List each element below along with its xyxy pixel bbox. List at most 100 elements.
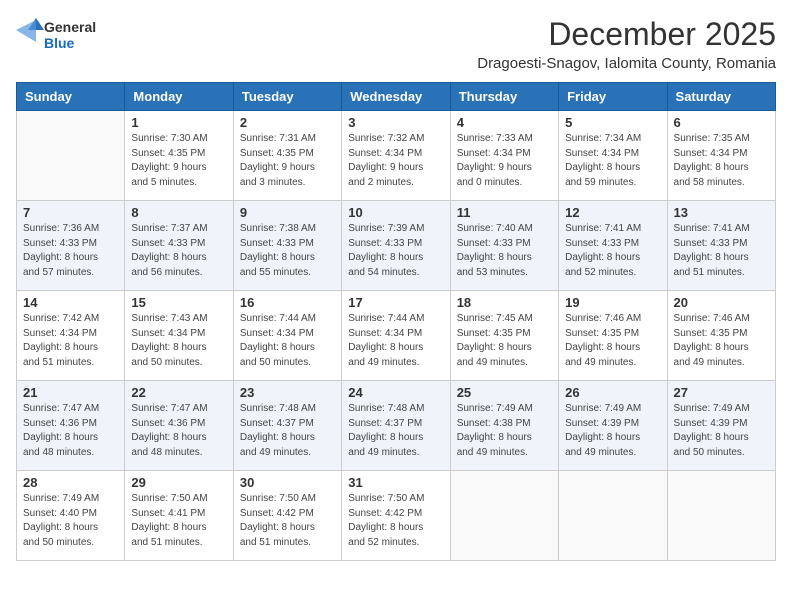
day-number: 26 — [565, 385, 660, 400]
calendar-day-cell: 24 Sunrise: 7:48 AM Sunset: 4:37 PM Dayli… — [342, 381, 450, 471]
calendar-day-cell: 19 Sunrise: 7:46 AM Sunset: 4:35 PM Dayli… — [559, 291, 667, 381]
day-info: Sunrise: 7:50 AM Sunset: 4:42 PM Dayligh… — [240, 492, 335, 550]
day-info: Sunrise: 7:49 AM Sunset: 4:38 PM Dayligh… — [457, 402, 552, 460]
calendar-week-row: 28Sunrise: 7:49 AM Sunset: 4:40 PM Dayli… — [17, 471, 776, 561]
day-number: 30 — [240, 475, 335, 490]
calendar-day-cell: 8 Sunrise: 7:37 AM Sunset: 4:33 PM Daylig… — [125, 201, 233, 291]
day-info: Sunrise: 7:38 AM Sunset: 4:33 PM Dayligh… — [240, 222, 335, 280]
calendar-day-cell: 30 Sunrise: 7:50 AM Sunset: 4:42 PM Dayli… — [233, 471, 341, 561]
calendar-day-cell: 7 Sunrise: 7:36 AM Sunset: 4:33 PM Daylig… — [17, 201, 125, 291]
calendar-day-cell: 17 Sunrise: 7:44 AM Sunset: 4:34 PM Dayli… — [342, 291, 450, 381]
day-number: 25 — [457, 385, 552, 400]
day-info: Sunrise: 7:37 AM Sunset: 4:33 PM Dayligh… — [131, 222, 226, 280]
day-number: 14 — [23, 295, 118, 310]
day-info: Sunrise: 7:46 AM Sunset: 4:35 PM Dayligh… — [565, 312, 660, 370]
day-number: 27 — [674, 385, 769, 400]
calendar-day-cell: 16 Sunrise: 7:44 AM Sunset: 4:34 PM Dayli… — [233, 291, 341, 381]
weekday-header-row: SundayMondayTuesdayWednesdayThursdayFrid… — [17, 83, 776, 111]
day-number: 19 — [565, 295, 660, 310]
calendar-table: SundayMondayTuesdayWednesdayThursdayFrid… — [16, 82, 776, 561]
location-title: Dragoesti-Snagov, Ialomita County, Roman… — [477, 55, 776, 72]
calendar-day-cell: 26 Sunrise: 7:49 AM Sunset: 4:39 PM Dayli… — [559, 381, 667, 471]
day-info: Sunrise: 7:41 AM Sunset: 4:33 PM Dayligh… — [674, 222, 769, 280]
day-number: 23 — [240, 385, 335, 400]
day-info: Sunrise: 7:40 AM Sunset: 4:33 PM Dayligh… — [457, 222, 552, 280]
day-info: Sunrise: 7:46 AM Sunset: 4:35 PM Dayligh… — [674, 312, 769, 370]
calendar-day-cell: 3 Sunrise: 7:32 AM Sunset: 4:34 PM Daylig… — [342, 111, 450, 201]
day-number: 7 — [23, 205, 118, 220]
day-info: Sunrise: 7:48 AM Sunset: 4:37 PM Dayligh… — [348, 402, 443, 460]
calendar-day-cell: 21Sunrise: 7:47 AM Sunset: 4:36 PM Dayli… — [17, 381, 125, 471]
day-number: 12 — [565, 205, 660, 220]
day-number: 28 — [23, 475, 118, 490]
day-number: 13 — [674, 205, 769, 220]
day-number: 1 — [131, 115, 226, 130]
weekday-header-monday: Monday — [125, 83, 233, 111]
month-title: December 2025 — [477, 16, 776, 53]
calendar-day-cell — [17, 111, 125, 201]
weekday-header-thursday: Thursday — [450, 83, 558, 111]
weekday-header-saturday: Saturday — [667, 83, 775, 111]
calendar-week-row: 21Sunrise: 7:47 AM Sunset: 4:36 PM Dayli… — [17, 381, 776, 471]
day-number: 8 — [131, 205, 226, 220]
day-number: 31 — [348, 475, 443, 490]
day-info: Sunrise: 7:44 AM Sunset: 4:34 PM Dayligh… — [348, 312, 443, 370]
day-number: 10 — [348, 205, 443, 220]
calendar-day-cell — [667, 471, 775, 561]
day-info: Sunrise: 7:36 AM Sunset: 4:33 PM Dayligh… — [23, 222, 118, 280]
calendar-day-cell: 13 Sunrise: 7:41 AM Sunset: 4:33 PM Dayli… — [667, 201, 775, 291]
calendar-day-cell — [450, 471, 558, 561]
svg-text:General: General — [44, 19, 96, 35]
calendar-day-cell: 12Sunrise: 7:41 AM Sunset: 4:33 PM Dayli… — [559, 201, 667, 291]
calendar-day-cell: 9Sunrise: 7:38 AM Sunset: 4:33 PM Daylig… — [233, 201, 341, 291]
day-info: Sunrise: 7:39 AM Sunset: 4:33 PM Dayligh… — [348, 222, 443, 280]
weekday-header-wednesday: Wednesday — [342, 83, 450, 111]
day-number: 24 — [348, 385, 443, 400]
day-number: 15 — [131, 295, 226, 310]
day-number: 6 — [674, 115, 769, 130]
day-number: 4 — [457, 115, 552, 130]
day-info: Sunrise: 7:30 AM Sunset: 4:35 PM Dayligh… — [131, 132, 226, 190]
day-number: 20 — [674, 295, 769, 310]
day-info: Sunrise: 7:43 AM Sunset: 4:34 PM Dayligh… — [131, 312, 226, 370]
calendar-day-cell: 2Sunrise: 7:31 AM Sunset: 4:35 PM Daylig… — [233, 111, 341, 201]
day-info: Sunrise: 7:44 AM Sunset: 4:34 PM Dayligh… — [240, 312, 335, 370]
calendar-day-cell: 14 Sunrise: 7:42 AM Sunset: 4:34 PM Dayli… — [17, 291, 125, 381]
day-info: Sunrise: 7:50 AM Sunset: 4:42 PM Dayligh… — [348, 492, 443, 550]
day-number: 17 — [348, 295, 443, 310]
day-number: 2 — [240, 115, 335, 130]
day-info: Sunrise: 7:32 AM Sunset: 4:34 PM Dayligh… — [348, 132, 443, 190]
day-number: 22 — [131, 385, 226, 400]
day-info: Sunrise: 7:49 AM Sunset: 4:39 PM Dayligh… — [674, 402, 769, 460]
day-info: Sunrise: 7:34 AM Sunset: 4:34 PM Dayligh… — [565, 132, 660, 190]
calendar-day-cell: 6 Sunrise: 7:35 AM Sunset: 4:34 PM Daylig… — [667, 111, 775, 201]
day-number: 11 — [457, 205, 552, 220]
calendar-day-cell: 4 Sunrise: 7:33 AM Sunset: 4:34 PM Daylig… — [450, 111, 558, 201]
day-info: Sunrise: 7:35 AM Sunset: 4:34 PM Dayligh… — [674, 132, 769, 190]
weekday-header-tuesday: Tuesday — [233, 83, 341, 111]
day-info: Sunrise: 7:49 AM Sunset: 4:39 PM Dayligh… — [565, 402, 660, 460]
calendar-day-cell — [559, 471, 667, 561]
calendar-day-cell: 23Sunrise: 7:48 AM Sunset: 4:37 PM Dayli… — [233, 381, 341, 471]
calendar-week-row: 14 Sunrise: 7:42 AM Sunset: 4:34 PM Dayli… — [17, 291, 776, 381]
calendar-day-cell: 11 Sunrise: 7:40 AM Sunset: 4:33 PM Dayli… — [450, 201, 558, 291]
day-info: Sunrise: 7:33 AM Sunset: 4:34 PM Dayligh… — [457, 132, 552, 190]
calendar-day-cell: 10 Sunrise: 7:39 AM Sunset: 4:33 PM Dayli… — [342, 201, 450, 291]
day-number: 18 — [457, 295, 552, 310]
day-number: 5 — [565, 115, 660, 130]
svg-text:Blue: Blue — [44, 35, 75, 51]
weekday-header-friday: Friday — [559, 83, 667, 111]
day-number: 16 — [240, 295, 335, 310]
calendar-week-row: 1 Sunrise: 7:30 AM Sunset: 4:35 PM Daylig… — [17, 111, 776, 201]
calendar-week-row: 7 Sunrise: 7:36 AM Sunset: 4:33 PM Daylig… — [17, 201, 776, 291]
calendar-day-cell: 18Sunrise: 7:45 AM Sunset: 4:35 PM Dayli… — [450, 291, 558, 381]
logo: General Blue — [16, 16, 106, 52]
day-info: Sunrise: 7:42 AM Sunset: 4:34 PM Dayligh… — [23, 312, 118, 370]
calendar-day-cell: 28Sunrise: 7:49 AM Sunset: 4:40 PM Dayli… — [17, 471, 125, 561]
calendar-day-cell: 1 Sunrise: 7:30 AM Sunset: 4:35 PM Daylig… — [125, 111, 233, 201]
day-number: 29 — [131, 475, 226, 490]
day-number: 21 — [23, 385, 118, 400]
calendar-day-cell: 22Sunrise: 7:47 AM Sunset: 4:36 PM Dayli… — [125, 381, 233, 471]
day-number: 3 — [348, 115, 443, 130]
calendar-day-cell: 31 Sunrise: 7:50 AM Sunset: 4:42 PM Dayli… — [342, 471, 450, 561]
